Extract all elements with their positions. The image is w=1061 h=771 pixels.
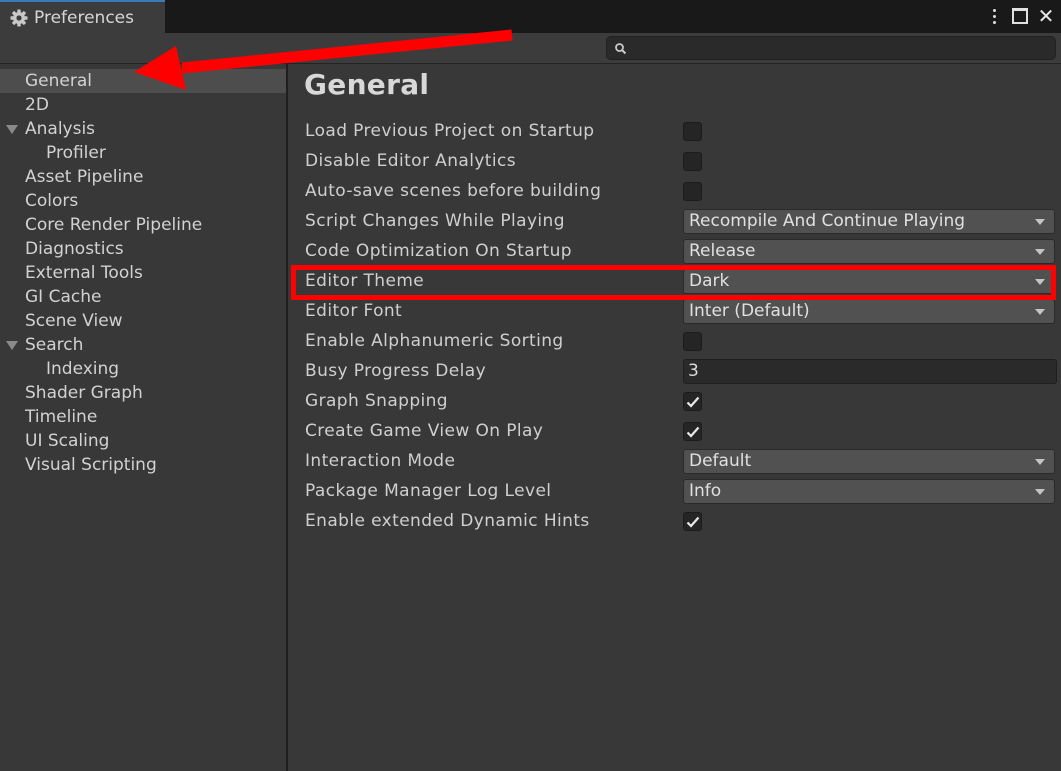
disable-editor-analytics-checkbox[interactable] [683, 152, 702, 171]
search-icon [614, 41, 628, 55]
setting-label: Interaction Mode [305, 451, 456, 471]
setting-label: Busy Progress Delay [305, 361, 487, 381]
sidebar-item-indexing[interactable]: Indexing [0, 357, 286, 381]
dropdown-arrow-icon [1035, 279, 1045, 285]
dropdown-value: Recompile And Continue Playing [689, 211, 966, 231]
preferences-tab[interactable]: Preferences [0, 0, 165, 33]
setting-label: Enable Alphanumeric Sorting [305, 331, 564, 351]
tab-title: Preferences [34, 7, 134, 28]
setting-label: Enable extended Dynamic Hints [305, 511, 590, 531]
setting-editor-font: Editor Font Inter (Default) [288, 297, 1061, 327]
busy-progress-delay-field[interactable]: 3 [683, 359, 1057, 384]
sidebar-item-colors[interactable]: Colors [0, 189, 286, 213]
setting-code-optimization: Code Optimization On Startup Release [288, 237, 1061, 267]
extended-dynamic-hints-checkbox[interactable] [683, 512, 702, 531]
sidebar-item-2d[interactable]: 2D [0, 93, 286, 117]
dropdown-value: Dark [689, 271, 730, 291]
sidebar-item-scene-view[interactable]: Scene View [0, 309, 286, 333]
graph-snapping-checkbox[interactable] [683, 392, 702, 411]
sidebar-item-ui-scaling[interactable]: UI Scaling [0, 429, 286, 453]
setting-label: Script Changes While Playing [305, 211, 565, 231]
page-title: General [304, 68, 430, 101]
search-field[interactable] [606, 36, 1056, 61]
sidebar-item-timeline[interactable]: Timeline [0, 405, 286, 429]
dropdown-arrow-icon [1035, 219, 1045, 225]
alphanumeric-sorting-checkbox[interactable] [683, 332, 702, 351]
code-optimization-dropdown[interactable]: Release [683, 239, 1055, 264]
setting-label: Create Game View On Play [305, 421, 544, 441]
editor-theme-dropdown[interactable]: Dark [683, 269, 1055, 294]
setting-label: Graph Snapping [305, 391, 449, 411]
field-value: 3 [688, 361, 699, 381]
close-icon[interactable]: ✕ [1037, 6, 1055, 26]
load-previous-project-checkbox[interactable] [683, 122, 702, 141]
sidebar-item-search[interactable]: Search [0, 333, 286, 357]
create-game-view-checkbox[interactable] [683, 422, 702, 441]
dropdown-value: Release [689, 241, 756, 261]
setting-interaction-mode: Interaction Mode Default [288, 447, 1061, 477]
setting-label: Editor Font [305, 301, 403, 321]
window-controls: ✕ [985, 5, 1055, 27]
setting-label: Package Manager Log Level [305, 481, 552, 501]
setting-graph-snapping: Graph Snapping [288, 387, 1061, 417]
checkmark-icon [686, 516, 699, 528]
interaction-mode-dropdown[interactable]: Default [683, 449, 1055, 474]
setting-extended-dynamic-hints: Enable extended Dynamic Hints [288, 507, 1061, 537]
sidebar-item-external-tools[interactable]: External Tools [0, 261, 286, 285]
search-input[interactable] [631, 37, 1051, 61]
preferences-content: General Load Previous Project on Startup… [288, 64, 1061, 771]
sidebar-item-core-render-pipeline[interactable]: Core Render Pipeline [0, 213, 286, 237]
checkmark-icon [686, 426, 699, 438]
setting-label: Auto-save scenes before building [305, 181, 602, 201]
sidebar-item-general[interactable]: General [0, 69, 286, 93]
setting-editor-theme: Editor Theme Dark [288, 267, 1061, 297]
setting-label: Code Optimization On Startup [305, 241, 572, 261]
setting-package-manager-log-level: Package Manager Log Level Info [288, 477, 1061, 507]
setting-busy-progress-delay: Busy Progress Delay 3 [288, 357, 1061, 387]
setting-disable-editor-analytics: Disable Editor Analytics [288, 147, 1061, 177]
setting-label: Editor Theme [305, 271, 425, 291]
auto-save-scenes-checkbox[interactable] [683, 182, 702, 201]
preferences-sidebar: General 2D Analysis Profiler Asset Pipel… [0, 64, 288, 771]
setting-load-previous-project: Load Previous Project on Startup [288, 117, 1061, 147]
setting-script-changes-while-playing: Script Changes While Playing Recompile A… [288, 207, 1061, 237]
sidebar-item-gi-cache[interactable]: GI Cache [0, 285, 286, 309]
sidebar-item-asset-pipeline[interactable]: Asset Pipeline [0, 165, 286, 189]
script-changes-dropdown[interactable]: Recompile And Continue Playing [683, 209, 1055, 234]
sidebar-item-shader-graph[interactable]: Shader Graph [0, 381, 286, 405]
setting-label: Load Previous Project on Startup [305, 121, 595, 141]
maximize-icon[interactable] [1011, 6, 1029, 26]
sidebar-item-diagnostics[interactable]: Diagnostics [0, 237, 286, 261]
setting-alphanumeric-sorting: Enable Alphanumeric Sorting [288, 327, 1061, 357]
dropdown-arrow-icon [1035, 459, 1045, 465]
setting-label: Disable Editor Analytics [305, 151, 516, 171]
search-toolbar [0, 33, 1061, 64]
sidebar-item-profiler[interactable]: Profiler [0, 141, 286, 165]
dropdown-arrow-icon [1035, 249, 1045, 255]
window-tab-bar: Preferences ✕ [0, 0, 1061, 33]
setting-auto-save-scenes: Auto-save scenes before building [288, 177, 1061, 207]
dropdown-arrow-icon [1035, 309, 1045, 315]
kebab-menu-icon[interactable] [985, 6, 1003, 26]
dropdown-value: Inter (Default) [689, 301, 810, 321]
checkmark-icon [686, 396, 699, 408]
foldout-arrow-icon[interactable] [6, 341, 18, 350]
package-manager-log-level-dropdown[interactable]: Info [683, 479, 1055, 504]
dropdown-value: Default [689, 451, 752, 471]
foldout-arrow-icon[interactable] [6, 125, 18, 134]
editor-font-dropdown[interactable]: Inter (Default) [683, 299, 1055, 324]
gear-icon [9, 8, 29, 28]
dropdown-value: Info [689, 481, 722, 501]
sidebar-item-analysis[interactable]: Analysis [0, 117, 286, 141]
sidebar-item-visual-scripting[interactable]: Visual Scripting [0, 453, 286, 477]
setting-create-game-view: Create Game View On Play [288, 417, 1061, 447]
dropdown-arrow-icon [1035, 489, 1045, 495]
